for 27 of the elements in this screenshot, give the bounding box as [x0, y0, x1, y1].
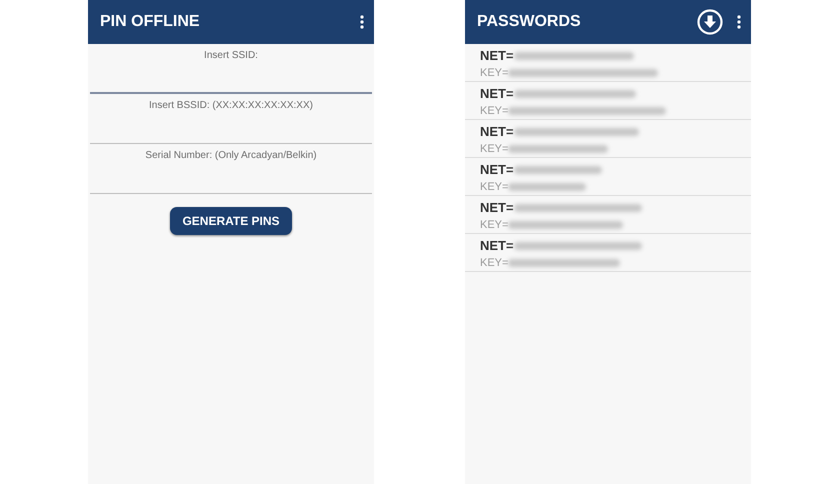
password-entry[interactable]: NET= KEY= [465, 158, 751, 196]
net-label: NET= [480, 48, 514, 63]
input-field[interactable]: Insert BSSID: (XX:XX:XX:XX:XX:XX) [90, 94, 372, 144]
password-entry[interactable]: NET= KEY= [465, 120, 751, 158]
screen-title: PIN OFFLINE [100, 13, 201, 31]
password-entry[interactable]: NET= KEY= [465, 82, 751, 120]
password-entry[interactable]: NET= KEY= [465, 196, 751, 234]
key-label: KEY= [480, 256, 508, 268]
more-options-icon[interactable] [737, 15, 741, 29]
generate-pins-button[interactable]: GENERATE PINS [170, 207, 292, 235]
download-icon[interactable] [697, 9, 723, 35]
key-label: KEY= [480, 66, 508, 78]
key-label: KEY= [480, 104, 508, 116]
net-label: NET= [480, 162, 514, 177]
password-entry[interactable]: NET= KEY= [465, 44, 751, 82]
net-label: NET= [480, 124, 514, 139]
key-label: KEY= [480, 218, 508, 230]
net-label: NET= [480, 200, 514, 215]
key-label: KEY= [480, 142, 508, 154]
input-field[interactable]: Insert SSID: [90, 44, 372, 94]
key-label: KEY= [480, 180, 508, 192]
screen-title: PASSWORDS [477, 13, 582, 31]
net-label: NET= [480, 86, 514, 101]
input-field[interactable]: Serial Number: (Only Arcadyan/Belkin) [90, 144, 372, 194]
password-entry[interactable]: NET= KEY= [465, 234, 751, 272]
net-label: NET= [480, 238, 514, 253]
more-options-icon[interactable] [360, 15, 364, 29]
